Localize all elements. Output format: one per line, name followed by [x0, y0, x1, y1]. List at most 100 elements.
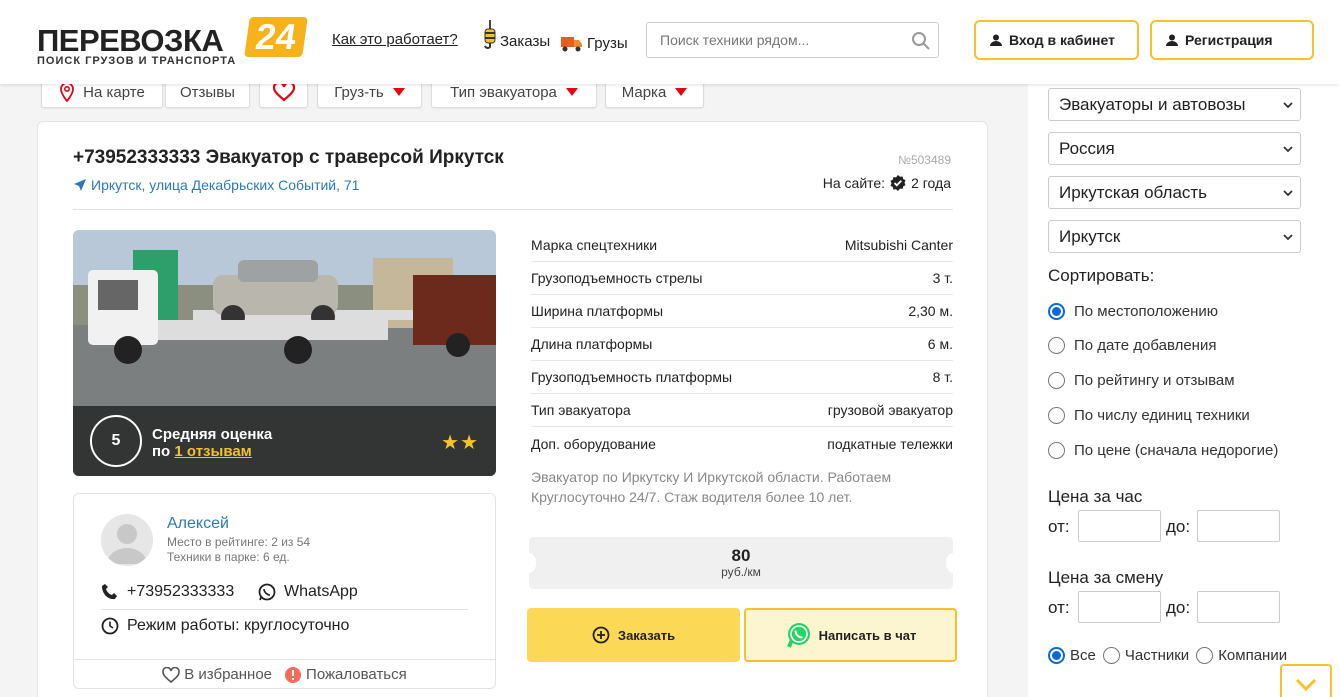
- user-avatar-icon: [107, 524, 147, 564]
- price-shift-to-input[interactable]: [1197, 591, 1280, 623]
- sort-option-label: По дате добавления: [1074, 337, 1217, 354]
- spec-value: 2,30 м.: [908, 303, 953, 319]
- radio-button[interactable]: [1196, 647, 1214, 664]
- spec-value: Mitsubishi Canter: [844, 237, 953, 253]
- sort-option-label: По числу единиц техники: [1074, 407, 1250, 424]
- chat-button[interactable]: Написать в чат: [744, 608, 957, 662]
- sort-option-date[interactable]: По дате добавления: [1048, 337, 1216, 354]
- owner-companies[interactable]: Компании: [1196, 647, 1287, 664]
- radio-button[interactable]: [1048, 303, 1065, 320]
- nav-cargo-link[interactable]: Грузы: [561, 22, 628, 52]
- listing-number: №503489: [898, 153, 951, 167]
- chevron-down-icon: [1283, 146, 1293, 153]
- heart-icon: [162, 666, 181, 683]
- site-logo[interactable]: ПЕРЕВОЗКА 24 ПОИСК ГРУЗОВ И ТРАНСПОРТА: [37, 16, 308, 69]
- favorite-label: В избранное: [184, 666, 273, 683]
- add-to-favorites-button[interactable]: В избранное: [162, 666, 272, 683]
- owner-all-label: Все: [1070, 647, 1096, 664]
- login-label: Вход в кабинет: [1009, 32, 1115, 48]
- clock-icon: [101, 617, 119, 635]
- filter-reviews-label: Отзывы: [180, 83, 235, 101]
- radio-button[interactable]: [1048, 337, 1065, 354]
- owner-private[interactable]: Частники: [1102, 647, 1189, 664]
- to-label: до:: [1166, 517, 1191, 536]
- sort-option-price[interactable]: По цене (сначала недорогие): [1048, 442, 1278, 459]
- chevron-down-icon: [1283, 190, 1293, 197]
- price-unit: руб./км: [721, 565, 761, 579]
- complain-button[interactable]: Пожаловаться: [284, 666, 407, 684]
- radio-button[interactable]: [1048, 372, 1065, 389]
- price-hour-from-input[interactable]: [1078, 510, 1161, 542]
- radio-button[interactable]: [1048, 647, 1065, 664]
- from-label: от:: [1048, 517, 1070, 536]
- order-button[interactable]: Заказать: [527, 608, 740, 662]
- radio-button[interactable]: [1048, 442, 1065, 459]
- price-shift-from-input[interactable]: [1078, 591, 1161, 623]
- chevron-down-icon: [1283, 102, 1293, 109]
- price-hour-to-input[interactable]: [1197, 510, 1280, 542]
- verified-badge-icon: [890, 175, 906, 191]
- spec-row: Грузоподъемность стрелы 3 т.: [531, 262, 953, 295]
- spec-row: Грузоподъемность платформы 8 т.: [531, 361, 953, 394]
- rating-overlay: 5 Средняя оценка по 1 отзывам ★★: [73, 406, 496, 476]
- search-icon[interactable]: [911, 31, 931, 51]
- sort-option-units[interactable]: По числу единиц техники: [1048, 407, 1250, 424]
- order-label: Заказать: [617, 627, 676, 643]
- user-icon: [1166, 34, 1178, 46]
- from-label: от:: [1048, 598, 1070, 617]
- rating-reviews-line: по 1 отзывам: [152, 443, 272, 460]
- seller-phone[interactable]: +73952333333: [101, 583, 234, 601]
- country-select[interactable]: Россия: [1048, 132, 1301, 165]
- rating-text: Средняя оценка по 1 отзывам: [152, 426, 272, 460]
- category-select[interactable]: Эвакуаторы и автовозы: [1048, 88, 1301, 121]
- listing-address-text: Иркутск, улица Декабрьских Событий, 71: [91, 177, 360, 193]
- chat-label: Написать в чат: [818, 627, 917, 643]
- sort-option-label: По цене (сначала недорогие): [1074, 442, 1279, 459]
- city-select[interactable]: Иркутск: [1048, 220, 1301, 253]
- listing-title[interactable]: +73952333333 Эвакуатор с траверсой Иркут…: [73, 147, 504, 169]
- listing-on-site: На сайте: 2 года: [823, 174, 951, 192]
- search-box: [646, 22, 939, 58]
- spec-label: Грузоподъемность стрелы: [531, 270, 703, 286]
- warning-icon: [285, 666, 302, 683]
- on-site-value: 2 года: [911, 175, 951, 191]
- region-select[interactable]: Иркутская область: [1048, 176, 1301, 209]
- rating-label: Средняя оценка: [152, 426, 273, 443]
- dropdown-triangle-icon: [565, 88, 578, 96]
- nav-orders-link[interactable]: Заказы: [482, 20, 550, 50]
- search-input[interactable]: [647, 23, 897, 57]
- sort-title: Сортировать:: [1048, 266, 1155, 285]
- truck-icon: [561, 37, 582, 52]
- scroll-down-button[interactable]: [1280, 664, 1332, 697]
- spec-value: 6 м.: [927, 336, 953, 352]
- filter-sidebar: Эвакуаторы и автовозы Россия Иркутская о…: [1028, 84, 1340, 697]
- crane-hook-icon: [484, 20, 496, 49]
- login-button[interactable]: Вход в кабинет: [974, 20, 1139, 60]
- sort-option-location[interactable]: По местоположению: [1048, 303, 1218, 320]
- owner-all[interactable]: Все: [1048, 647, 1096, 664]
- chevron-down-icon: [1283, 234, 1293, 241]
- seller-whatsapp-label: WhatsApp: [284, 583, 358, 600]
- spec-label: Тип эвакуатора: [531, 402, 631, 418]
- reviews-link[interactable]: 1 отзывам: [174, 443, 251, 460]
- seller-name[interactable]: Алексей: [167, 515, 229, 533]
- radio-button[interactable]: [1048, 407, 1065, 424]
- sort-option-rating[interactable]: По рейтингу и отзывам: [1048, 372, 1235, 389]
- seller-hours-text: Режим работы: круглосуточно: [127, 617, 350, 634]
- on-site-label: На сайте:: [822, 175, 886, 191]
- price-value: 80: [731, 546, 751, 565]
- spec-value: 8 т.: [932, 369, 953, 385]
- listing-address[interactable]: Иркутск, улица Декабрьских Событий, 71: [73, 177, 359, 193]
- rating-stars: ★★: [441, 432, 479, 454]
- site-header: ПЕРЕВОЗКА 24 ПОИСК ГРУЗОВ И ТРАНСПОРТА К…: [0, 0, 1340, 84]
- seller-phone-number: +73952333333: [127, 583, 235, 600]
- seller-whatsapp[interactable]: WhatsApp: [258, 583, 358, 601]
- price-hour-title: Цена за час: [1048, 487, 1143, 506]
- radio-button[interactable]: [1102, 647, 1120, 664]
- listing-photo[interactable]: 5 Средняя оценка по 1 отзывам ★★: [73, 230, 496, 476]
- how-it-works-link[interactable]: Как это работает?: [332, 31, 458, 48]
- filter-tow-type-label: Тип эвакуатора: [450, 83, 557, 101]
- register-button[interactable]: Регистрация: [1150, 20, 1314, 60]
- whatsapp-icon: [258, 583, 276, 601]
- location-arrow-icon: [74, 179, 86, 191]
